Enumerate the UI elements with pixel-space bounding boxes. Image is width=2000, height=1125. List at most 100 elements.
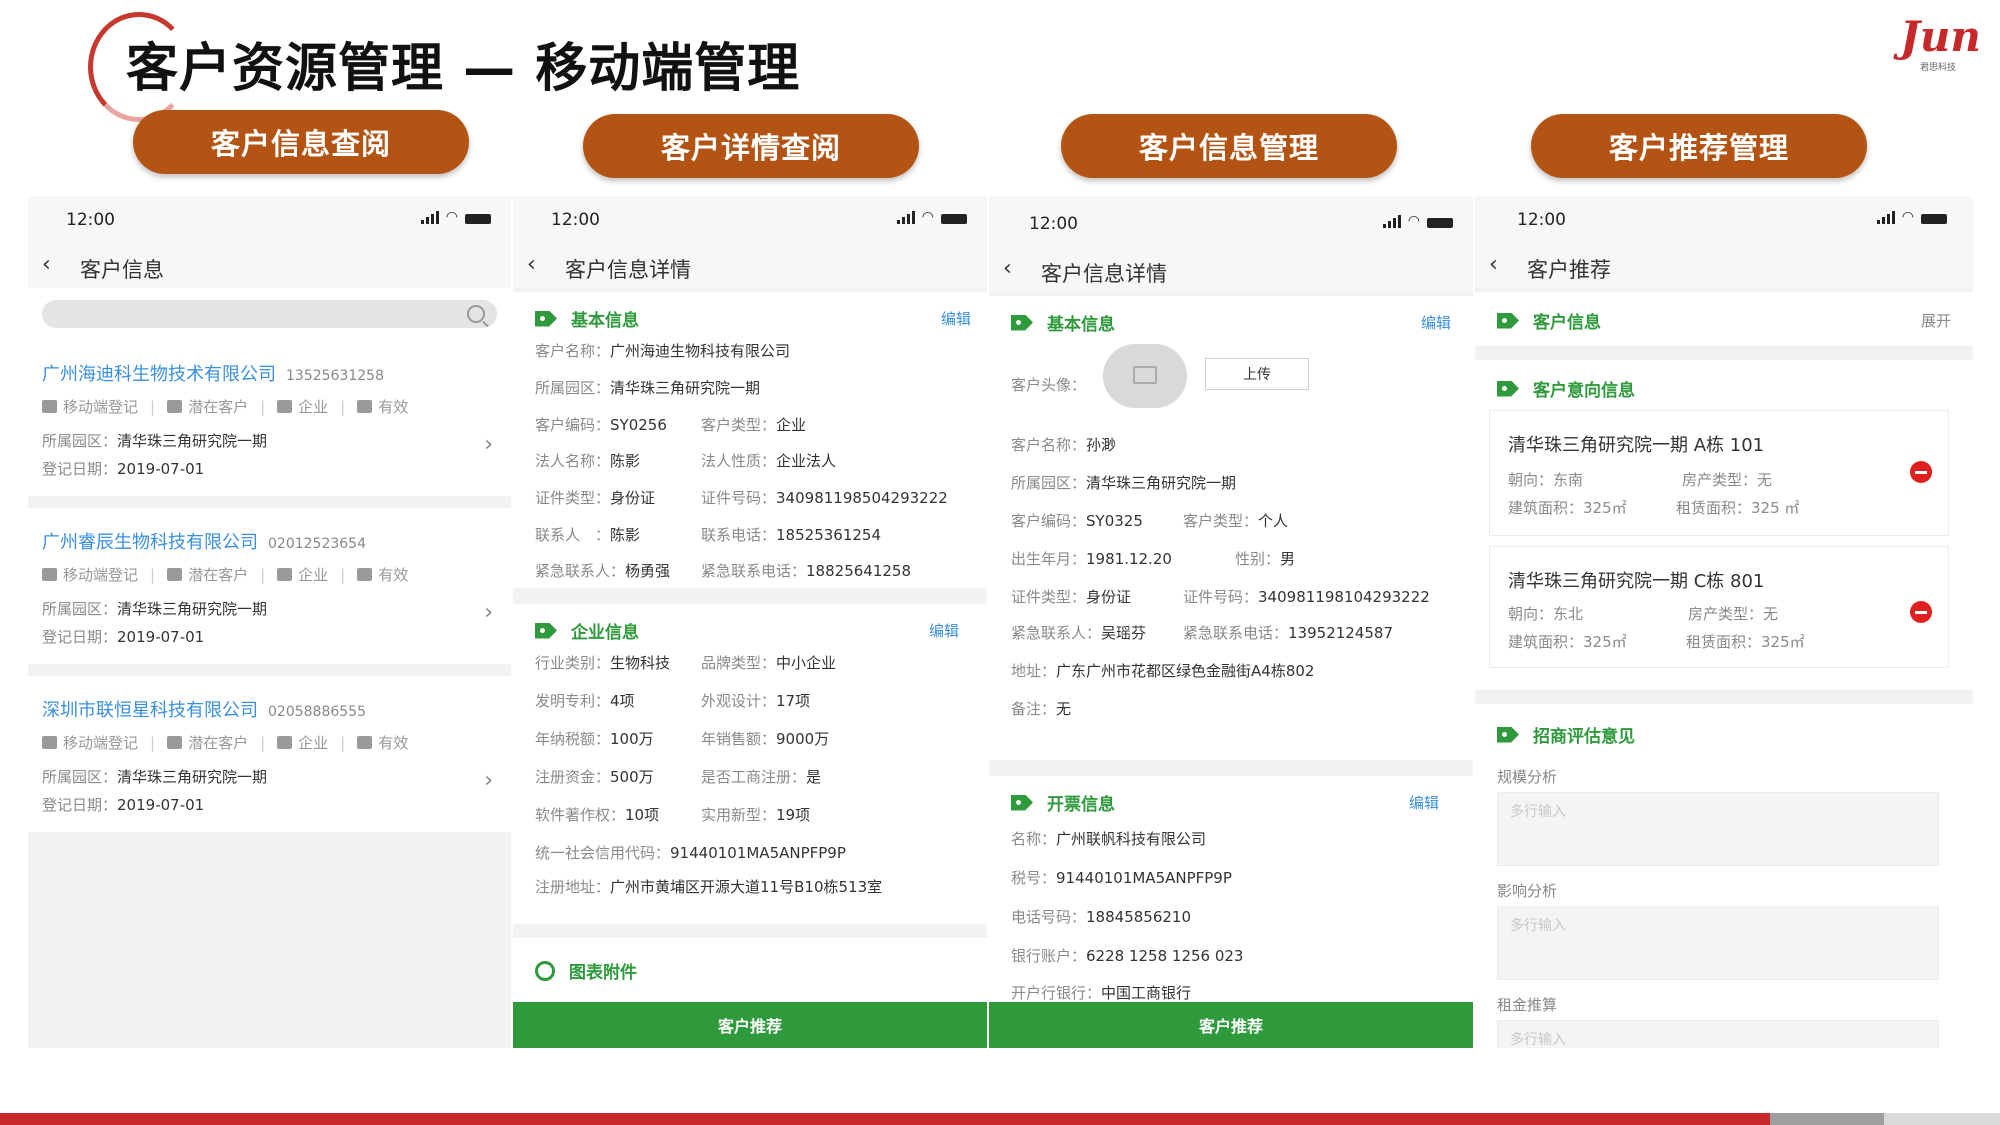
edit-button[interactable]: 编辑	[1421, 312, 1451, 333]
person-icon	[167, 736, 183, 749]
basic-info-header: 基本信息	[1011, 310, 1115, 335]
basic-info-card: 基本信息 编辑 客户头像： 上传 客户名称：孙渺 所属园区：清华珠三角研究院一期…	[989, 296, 1473, 760]
edit-button[interactable]: 编辑	[929, 620, 959, 641]
chevron-right-icon[interactable]: ›	[484, 600, 493, 625]
info-row: 地址：广东广州市花都区绿色金融街A4栋802	[1011, 660, 1314, 681]
customer-meta: 移动端登记 | 潜在客户 | 企业 | 有效	[42, 396, 408, 417]
slide-title: 客户资源管理 — 移动端管理	[126, 39, 801, 99]
park-value: 清华珠三角研究院一期	[117, 600, 268, 618]
chevron-right-icon[interactable]: ›	[484, 432, 493, 457]
date-label: 登记日期：	[42, 628, 118, 646]
tag-icon	[1497, 312, 1519, 329]
info-row: 发明专利：4项	[535, 690, 635, 711]
field-label: 软件著作权：	[535, 806, 626, 824]
info-row: 名称：广州联帆科技有限公司	[1011, 828, 1206, 849]
back-chevron-icon[interactable]: ‹	[527, 252, 536, 277]
basic-info-title: 基本信息	[1047, 315, 1115, 335]
remove-unit-icon[interactable]	[1910, 601, 1932, 623]
field-label: 法人名称：	[535, 452, 611, 470]
field-label: 朝向：	[1508, 605, 1554, 623]
field-value: 18525361254	[776, 526, 881, 544]
field-label: 联系人 ：	[535, 526, 611, 544]
info-row: 所属园区：清华珠三角研究院一期	[535, 377, 760, 398]
customer-info-card[interactable]: 客户信息 展开	[1475, 292, 1973, 346]
remove-unit-icon[interactable]	[1910, 461, 1932, 483]
field-label: 注册资金：	[535, 768, 611, 786]
info-row: 紧急联系人：杨勇强	[535, 560, 670, 581]
phone-screen-customer-edit: 12:00 ◠ ‹ 客户信息详情 基本信息 编辑 客户头像： 上传 客户名称：孙…	[989, 196, 1473, 1048]
status-bar: 12:00 ◠	[513, 196, 987, 244]
field-label: 年销售额：	[701, 730, 777, 748]
chevron-right-icon[interactable]: ›	[484, 768, 493, 793]
scale-analysis-input[interactable]: 多行输入	[1497, 792, 1939, 866]
back-chevron-icon[interactable]: ‹	[42, 252, 51, 277]
basic-info-title: 基本信息	[571, 311, 639, 331]
back-chevron-icon[interactable]: ‹	[1003, 256, 1012, 281]
field-value: 企业	[776, 416, 807, 434]
footer-bar-red	[0, 1113, 1770, 1125]
meta-potential: 潜在客户	[188, 398, 249, 416]
park-value: 清华珠三角研究院一期	[117, 432, 268, 450]
field-value: 是	[806, 768, 822, 786]
date-row: 登记日期：2019-07-01	[42, 626, 204, 647]
recommend-customer-button[interactable]: 客户推荐	[513, 1002, 987, 1048]
field-value: 6228 1258 1256 023	[1086, 947, 1244, 965]
avatar[interactable]	[1103, 344, 1187, 408]
info-row: 客户类型：个人	[1183, 510, 1288, 531]
person-icon	[167, 400, 183, 413]
recommend-customer-button[interactable]: 客户推荐	[989, 1002, 1473, 1048]
search-icon[interactable]	[467, 305, 485, 323]
field-value: 身份证	[1086, 588, 1132, 606]
upload-button[interactable]: 上传	[1205, 358, 1309, 390]
basic-info-card: 基本信息 编辑 客户名称：广州海迪生物科技有限公司 所属园区：清华珠三角研究院一…	[513, 292, 987, 588]
field-value: 生物科技	[610, 654, 671, 672]
rent-estimate-input[interactable]: 多行输入	[1497, 1020, 1939, 1048]
info-row: 联系人 ：陈影	[535, 524, 640, 545]
status-time: 12:00	[1029, 214, 1078, 234]
field-label: 法人性质：	[701, 452, 777, 470]
status-time: 12:00	[1517, 210, 1566, 230]
customer-list-item[interactable]: 广州海迪科生物技术有限公司 13525631258 移动端登记 | 潜在客户 | 企业…	[28, 340, 511, 496]
attachment-card[interactable]: 图表附件	[513, 938, 987, 1002]
nav-bar: ‹ 客户信息详情	[513, 244, 987, 288]
field-label: 房产类型：	[1682, 471, 1758, 489]
evaluation-header: 招商评估意见	[1497, 722, 1635, 747]
meta-register: 移动端登记	[63, 734, 139, 752]
tag-icon	[535, 310, 557, 327]
expand-button[interactable]: 展开	[1921, 310, 1951, 331]
search-input[interactable]	[42, 300, 497, 328]
field-label: 名称：	[1011, 830, 1057, 848]
field-label: 品牌类型：	[701, 654, 777, 672]
tag-icon	[535, 622, 557, 639]
field-value: 91440101MA5ANPFP9P	[1056, 869, 1232, 887]
edit-button[interactable]: 编辑	[1409, 792, 1439, 813]
back-chevron-icon[interactable]: ‹	[1489, 252, 1498, 277]
customer-list-item[interactable]: 广州睿辰生物科技有限公司 02012523654 移动端登记 | 潜在客户 | 企业 |…	[28, 508, 511, 664]
signal-icon	[420, 210, 439, 224]
edit-button[interactable]: 编辑	[941, 308, 971, 329]
field-label: 紧急联系人：	[535, 562, 626, 580]
field-value: 东北	[1553, 605, 1584, 623]
field-value: 东南	[1553, 471, 1584, 489]
customer-list-item[interactable]: 深圳市联恒星科技有限公司 02058886555 移动端登记 | 潜在客户 | 企业 |…	[28, 676, 511, 832]
image-icon	[1133, 366, 1157, 384]
field-label: 联系电话：	[701, 526, 777, 544]
field-value: SY0256	[610, 416, 667, 434]
person-icon	[167, 568, 183, 581]
basic-info-header: 基本信息	[535, 306, 639, 331]
field-value: 企业法人	[776, 452, 837, 470]
field-value: 325㎡	[1583, 633, 1627, 651]
meta-potential: 潜在客户	[188, 734, 249, 752]
info-row: 建筑面积：325㎡	[1508, 497, 1627, 518]
info-row: 注册地址：广州市黄埔区开源大道11号B10栋513室	[535, 876, 882, 897]
field-value: 广州联帆科技有限公司	[1056, 830, 1207, 848]
evaluation-card: 招商评估意见 规模分析 多行输入 影响分析 多行输入 租金推算 多行输入	[1475, 704, 1973, 1048]
section-pill-info-management: 客户信息管理	[1061, 114, 1397, 178]
info-row: 法人性质：企业法人	[701, 450, 836, 471]
field-label: 紧急联系电话：	[701, 562, 807, 580]
impact-analysis-input[interactable]: 多行输入	[1497, 906, 1939, 980]
intent-unit-card[interactable]: 清华珠三角研究院一期 A栋 101 朝向：东南 房产类型：无 建筑面积：325㎡…	[1489, 410, 1949, 536]
intent-unit-card[interactable]: 清华珠三角研究院一期 C栋 801 朝向：东北 房产类型：无 建筑面积：325㎡…	[1489, 546, 1949, 668]
info-row: 证件号码：340981198504293222	[701, 487, 948, 508]
section-pill-recommend-management: 客户推荐管理	[1531, 114, 1867, 178]
